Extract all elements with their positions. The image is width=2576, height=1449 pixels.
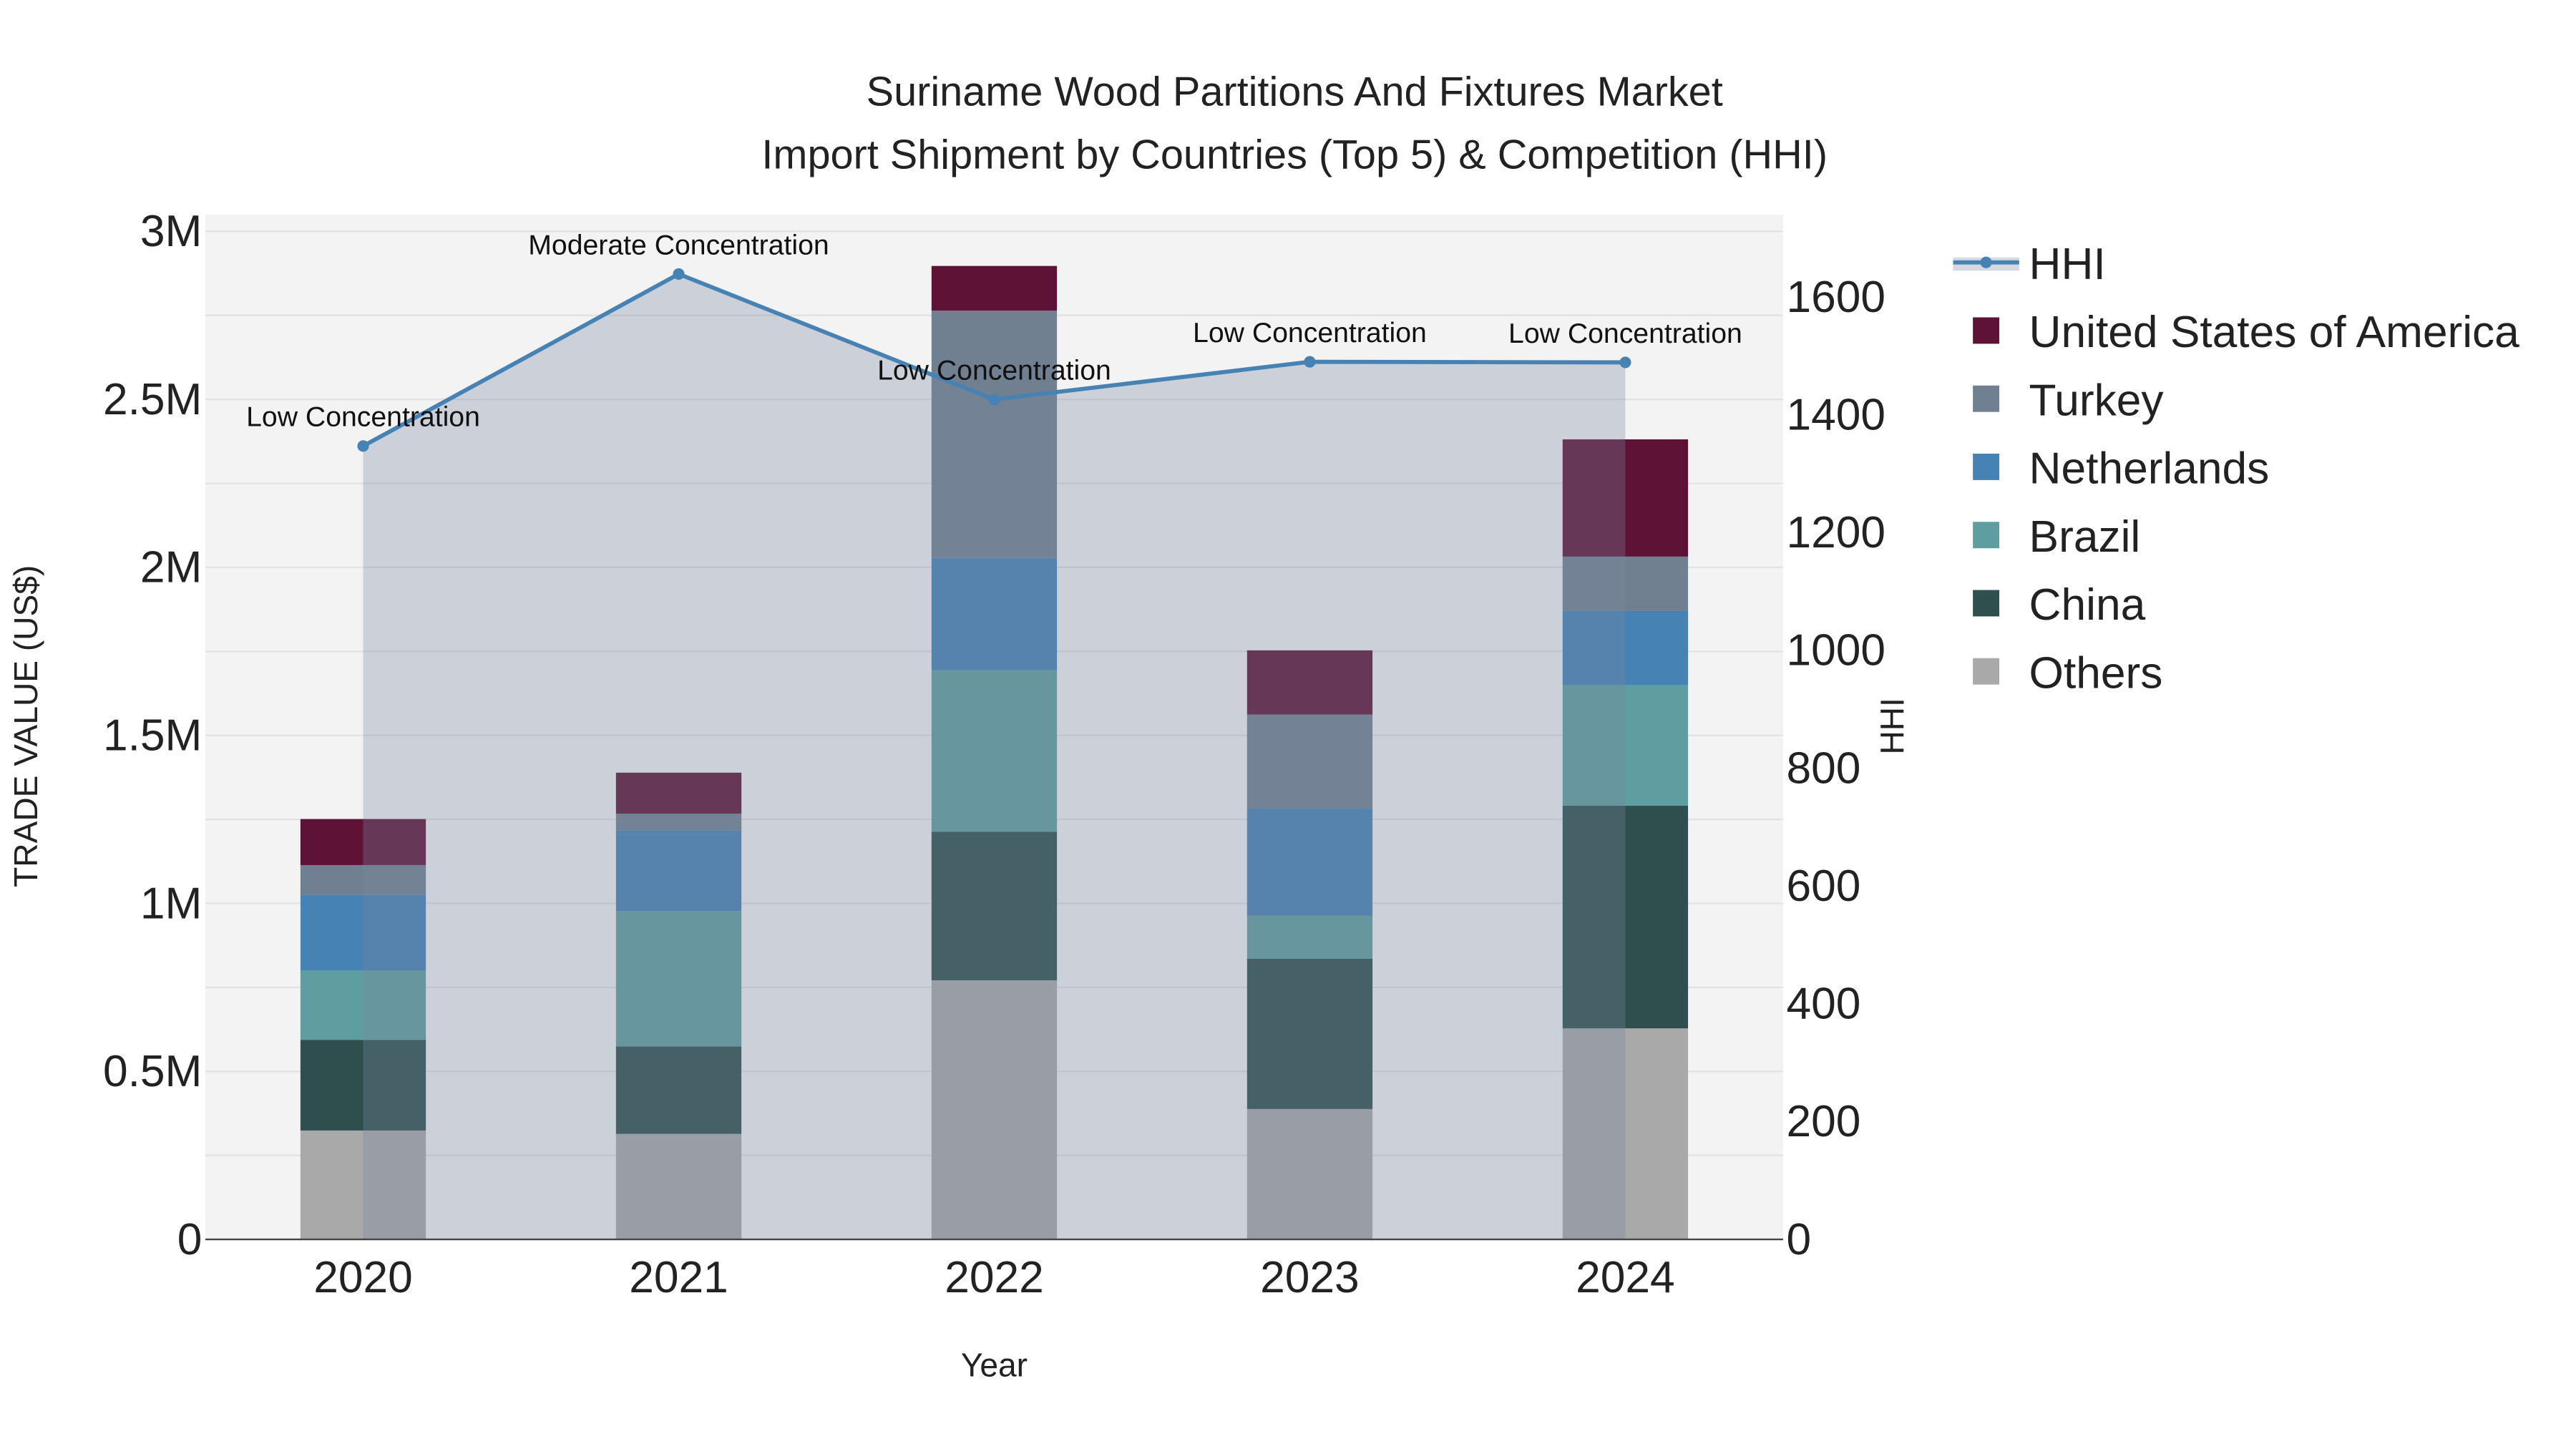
hhi-point (357, 440, 369, 452)
x-tick-label: 2022 (945, 1253, 1044, 1302)
y2-tick-label: 1600 (1787, 273, 1886, 322)
legend-label: Netherlands (2029, 444, 2270, 494)
legend-swatch-china (1973, 590, 2000, 617)
legend-hhi-marker (1980, 256, 1992, 268)
legend-swatch-united-states-of-america (1973, 317, 2000, 344)
y-tick-label: 0.5M (103, 1047, 202, 1096)
x-tick-label: 2021 (629, 1253, 728, 1302)
legend-label: United States of America (2029, 308, 2520, 357)
y-tick-label: 3M (140, 207, 203, 256)
y2-tick-label: 1200 (1787, 508, 1886, 557)
hhi-area (363, 273, 1626, 1240)
y-tick-label: 1.5M (103, 711, 202, 760)
hhi-annotation: Low Concentration (1193, 318, 1427, 348)
hhi-annotation: Moderate Concentration (528, 230, 829, 260)
legend-label: Brazil (2029, 512, 2141, 562)
y-tick-label: 2M (140, 543, 203, 592)
hhi-point (1619, 356, 1631, 369)
y-tick-label: 1M (140, 879, 203, 928)
y-axis-title: TRADE VALUE (US$) (7, 565, 44, 887)
y2-tick-label: 1400 (1787, 390, 1886, 439)
x-tick-label: 2020 (313, 1253, 413, 1302)
legend-label: Turkey (2029, 376, 2165, 425)
y2-tick-label: 200 (1787, 1097, 1861, 1146)
legend-label: China (2029, 580, 2146, 630)
hhi-annotation: Low Concentration (877, 356, 1111, 386)
x-tick-label: 2023 (1260, 1253, 1360, 1302)
chart-subtitle: Import Shipment by Countries (Top 5) & C… (761, 132, 1828, 177)
hhi-point (988, 394, 1000, 406)
y2-tick-label: 400 (1787, 980, 1861, 1029)
x-tick-label: 2024 (1576, 1253, 1675, 1302)
hhi-point (673, 268, 685, 280)
legend-swatch-netherlands (1973, 454, 2000, 480)
legend-label: Others (2029, 648, 2163, 698)
y2-tick-label: 600 (1787, 862, 1861, 911)
x-axis-title: Year (961, 1347, 1028, 1384)
legend-swatch-others (1973, 658, 2000, 685)
legend-swatch-turkey (1973, 385, 2000, 412)
hhi-annotation: Low Concentration (246, 402, 480, 433)
y-tick-label: 2.5M (103, 375, 202, 424)
chart: Low Concentration Moderate Concentration L… (1, 0, 2575, 1449)
legend-swatch-brazil (1973, 522, 2000, 549)
y2-axis-title: HHI (1873, 698, 1911, 754)
y2-tick-label: 800 (1787, 743, 1861, 793)
bar-united-states-of-america-2022 (931, 265, 1058, 311)
hhi-point (1304, 356, 1316, 368)
legend-label: HHI (2029, 240, 2106, 289)
y2-tick-label: 0 (1787, 1215, 1812, 1264)
y-tick-label: 0 (177, 1215, 203, 1264)
chart-title: Suriname Wood Partitions And Fixtures Ma… (867, 69, 1723, 115)
y2-tick-label: 1000 (1787, 626, 1886, 675)
hhi-annotation: Low Concentration (1508, 318, 1742, 349)
